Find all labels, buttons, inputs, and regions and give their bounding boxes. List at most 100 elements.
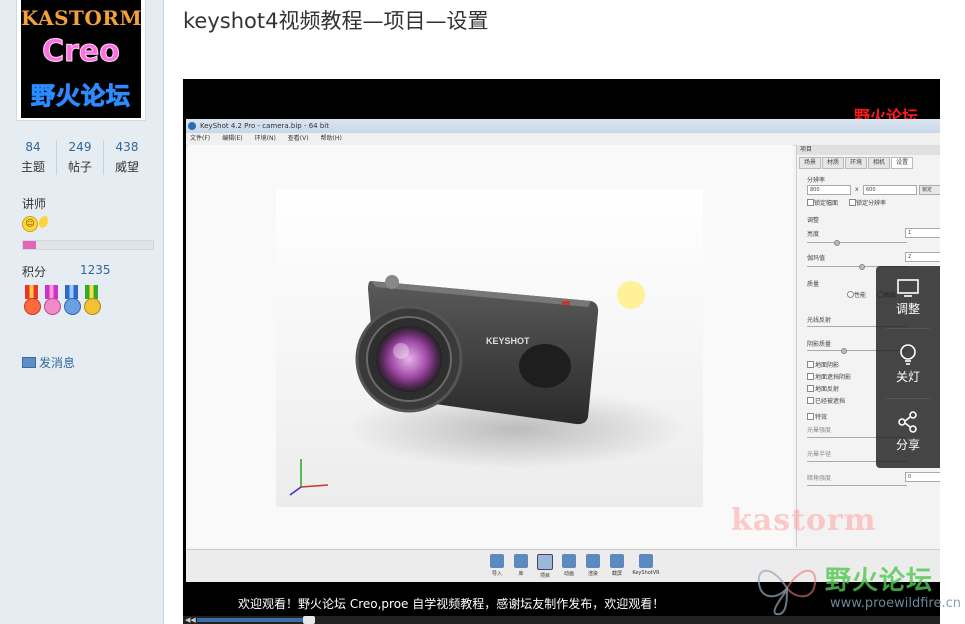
library-icon <box>514 554 528 568</box>
cb-ground-shadow-label: 地面阴影 <box>815 362 840 369</box>
tab-settings: 设置 <box>891 157 914 169</box>
perf-radio <box>847 291 854 298</box>
user-stats: 84 主题 249 帖子 438 威望 <box>10 140 150 175</box>
video-progress-fill <box>197 618 309 622</box>
menu-view: 查看(V) <box>287 135 309 142</box>
keyshot-render: KEYSHOT <box>276 189 703 507</box>
vignette-slider <box>807 485 907 486</box>
user-sidebar: KASTORM Creo 野火论坛 84 主题 249 帖子 438 威望 讲师… <box>0 0 164 624</box>
lock-aspect-label: 锁定幅面 <box>814 200 839 207</box>
tool-library: 库 <box>510 554 532 577</box>
send-message-link[interactable]: 发消息 <box>22 354 75 371</box>
section-adjust: 调整 <box>807 217 820 224</box>
share-button[interactable]: 分享 <box>876 410 940 453</box>
avatar-text-creo: Creo <box>42 34 121 70</box>
cb-effects <box>807 413 814 420</box>
tab-material: 材质 <box>822 157 845 169</box>
site-watermark: 野火论坛 www.proewildfire.cn <box>752 556 965 624</box>
tool-keyshotvr: KeyShotVR <box>630 554 662 576</box>
video-watermark-kastorm: kastorm <box>731 503 877 538</box>
cb-ground-shadow <box>807 361 814 368</box>
avatar-text-forum: 野火论坛 <box>31 82 131 111</box>
menu-file: 文件(F) <box>190 135 211 142</box>
cb-ground-occlusion <box>807 373 814 380</box>
detail-knob <box>841 348 847 354</box>
adjust-label: 调整 <box>895 302 920 316</box>
avatar-frame[interactable]: KASTORM Creo 野火论坛 <box>17 0 145 120</box>
animation-icon <box>562 554 576 568</box>
tab-camera: 相机 <box>868 157 891 169</box>
menu-help: 帮助(H) <box>320 135 342 142</box>
tool-import: 导入 <box>486 554 508 577</box>
medal-icon[interactable] <box>42 285 61 317</box>
res-width-field: 800 <box>807 185 851 195</box>
send-message-label: 发消息 <box>39 356 76 370</box>
keyshot-viewport: KEYSHOT <box>188 145 793 547</box>
rewind-icon[interactable]: ◀◀ <box>185 616 196 624</box>
brightness-label: 亮度 <box>807 231 820 238</box>
perf-label: 性能 <box>854 292 867 299</box>
share-icon <box>898 411 917 433</box>
bloom-radius-label: 光晕半径 <box>807 451 832 458</box>
project-icon <box>537 554 553 570</box>
rank-stars: ☺ <box>22 216 53 232</box>
res-height-field: 600 <box>863 185 917 195</box>
avatar-text-kastorm: KASTORM <box>21 6 141 30</box>
gamma-knob <box>859 264 865 270</box>
rays-label: 光线反射 <box>807 317 832 324</box>
camera-model-image: KEYSHOT <box>289 275 686 496</box>
brightness-field: 1 <box>905 228 940 238</box>
video-seek-handle[interactable] <box>303 616 315 624</box>
sun-icon: ☺ <box>22 216 38 232</box>
stat-prestige[interactable]: 438 威望 <box>103 140 150 175</box>
detail-label: 阴影质量 <box>807 341 832 348</box>
butterfly-logo-icon <box>757 569 817 616</box>
vignette-label: 暗角强度 <box>807 475 832 482</box>
cb-occluded-label: 已经被遮挡 <box>815 398 846 405</box>
avatar[interactable]: KASTORM Creo 野火论坛 <box>21 0 141 118</box>
stat-posts[interactable]: 249 帖子 <box>56 140 103 175</box>
keyshot-titlebar: KeyShot 4.2 Pro - camera.bip - 64 bit <box>186 119 940 133</box>
lights-off-label: 关灯 <box>895 370 920 384</box>
section-quality: 质量 <box>807 281 820 288</box>
tool-screenshot: 截屏 <box>606 554 628 577</box>
medal-icon[interactable] <box>22 285 41 317</box>
menu-edit: 编辑(E) <box>222 135 243 142</box>
lights-off-button[interactable]: 关灯 <box>876 342 940 385</box>
stat-prestige-value: 438 <box>115 140 139 154</box>
lock-aspect-checkbox <box>807 199 814 206</box>
stat-topics[interactable]: 84 主题 <box>10 140 56 175</box>
share-label: 分享 <box>895 438 920 452</box>
rank-progress-fill <box>23 241 36 249</box>
render-icon <box>586 554 600 568</box>
post-title: keyshot4视频教程—项目—设置 <box>183 9 489 33</box>
keyshotvr-icon <box>639 554 653 568</box>
video-subtitle: 欢迎观看！野火论坛 Creo,proe 自学视频教程，感谢坛友制作发布，欢迎观看… <box>238 597 665 611</box>
tool-animation: 动画 <box>558 554 580 577</box>
score-value: 1235 <box>80 263 111 277</box>
moon-icon <box>39 216 53 230</box>
cb-effects-label: 特效 <box>815 414 828 421</box>
res-x: x <box>855 186 859 193</box>
medal-icon[interactable] <box>62 285 81 317</box>
video-player[interactable]: 野火论坛 KeyShot 4.2 Pro - camera.bip - 64 b… <box>183 79 940 624</box>
site-watermark-url: www.proewildfire.cn <box>830 596 961 611</box>
gamma-field: 2 <box>905 252 940 262</box>
tab-environment: 环境 <box>845 157 868 169</box>
stat-prestige-label: 威望 <box>114 160 139 174</box>
medal-icon[interactable] <box>82 285 101 317</box>
vignette-field: 0 <box>905 472 940 482</box>
screenshot-icon <box>610 554 624 568</box>
camera-brand-label: KEYSHOT <box>486 336 530 346</box>
panel-tabs: 场景 材质 环境 相机 设置 <box>797 155 940 169</box>
lock-res-checkbox <box>849 199 856 206</box>
import-icon <box>490 554 504 568</box>
user-rank[interactable]: 讲师 <box>22 195 46 212</box>
brightness-slider <box>807 242 907 243</box>
adjust-button[interactable]: 调整 <box>876 278 940 317</box>
monitor-icon <box>897 279 919 297</box>
keyshot-app-icon <box>188 122 196 130</box>
tab-scene: 场景 <box>799 157 822 169</box>
stat-topics-label: 主题 <box>20 160 45 174</box>
row-resolution: 分辨率 <box>807 177 826 184</box>
